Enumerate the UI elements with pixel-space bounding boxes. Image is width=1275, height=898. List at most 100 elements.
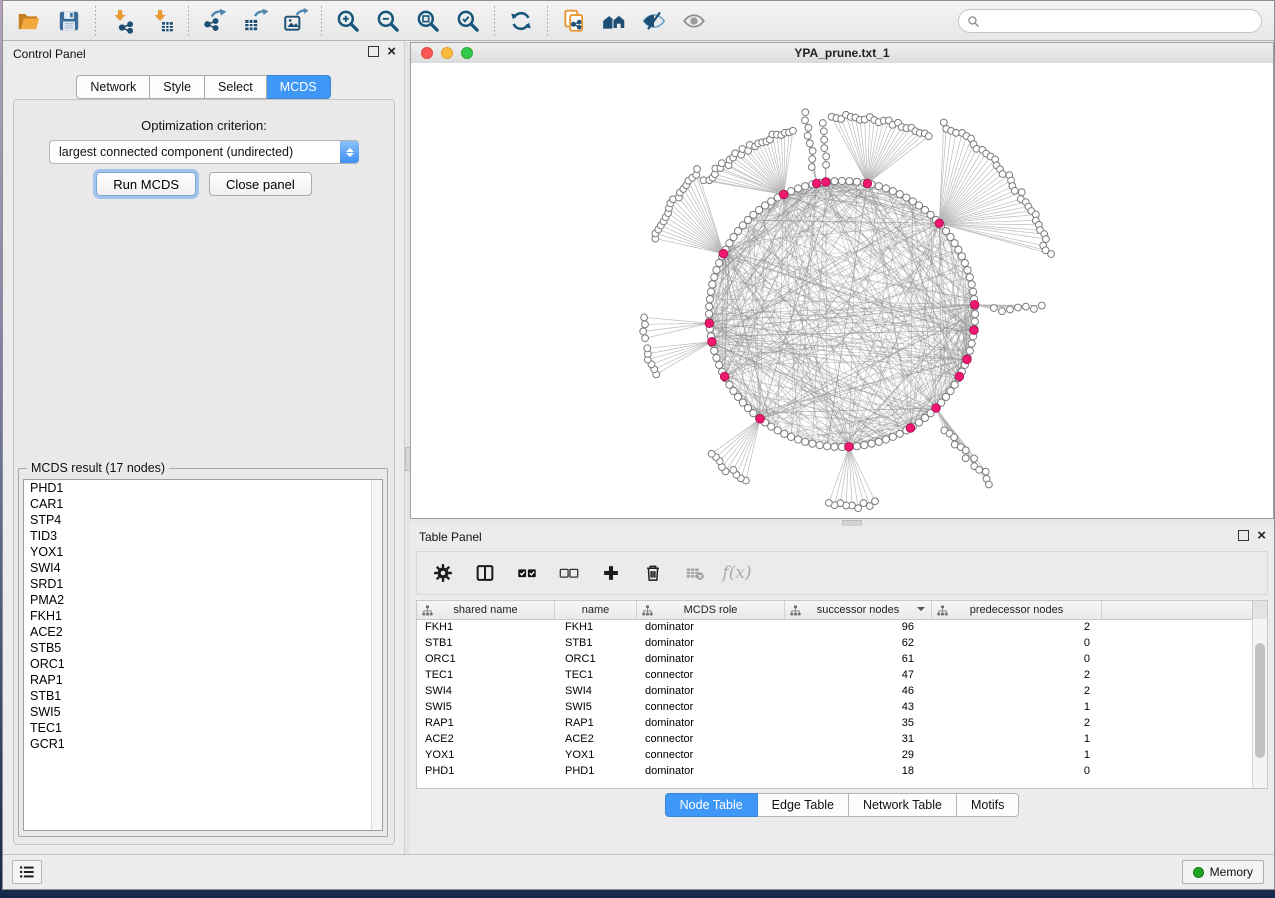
list-item[interactable]: RAP1 <box>24 672 382 688</box>
mcds-node[interactable] <box>935 219 944 228</box>
network-node[interactable] <box>966 347 973 354</box>
network-node[interactable] <box>802 183 809 190</box>
network-node[interactable] <box>816 442 823 449</box>
mcds-node[interactable] <box>821 178 830 187</box>
network-node[interactable] <box>809 148 816 155</box>
network-node[interactable] <box>971 310 978 317</box>
tab-style[interactable]: Style <box>150 75 205 99</box>
network-node[interactable] <box>824 443 831 450</box>
network-node[interactable] <box>990 305 997 312</box>
network-node[interactable] <box>641 314 648 321</box>
network-node[interactable] <box>985 481 992 488</box>
network-node[interactable] <box>713 354 720 361</box>
network-node[interactable] <box>868 440 875 447</box>
list-item[interactable]: ACE2 <box>24 624 382 640</box>
mcds-node[interactable] <box>845 443 854 452</box>
tab-mcds[interactable]: MCDS <box>267 75 331 99</box>
network-node[interactable] <box>1043 236 1050 243</box>
show-all-button[interactable] <box>674 4 714 38</box>
column-header-predecessor-nodes[interactable]: predecessor nodes <box>932 601 1102 619</box>
network-node[interactable] <box>831 443 838 450</box>
network-node[interactable] <box>853 178 860 185</box>
network-node[interactable] <box>1018 189 1025 196</box>
mcds-node[interactable] <box>812 179 821 188</box>
horizontal-splitter[interactable] <box>410 519 1274 526</box>
network-node[interactable] <box>802 438 809 445</box>
table-row[interactable]: YOX1YOX1connector291 <box>417 747 1253 763</box>
first-neighbors-button[interactable] <box>594 4 634 38</box>
open-session-button[interactable] <box>9 4 49 38</box>
network-node[interactable] <box>644 345 651 352</box>
list-item[interactable]: STB1 <box>24 688 382 704</box>
network-node[interactable] <box>821 136 828 143</box>
table-row[interactable]: STB1STB1dominator620 <box>417 635 1253 651</box>
mcds-node[interactable] <box>720 372 729 381</box>
network-node[interactable] <box>976 466 983 473</box>
network-node[interactable] <box>809 156 816 163</box>
mcds-node[interactable] <box>719 249 728 258</box>
optimization-criterion-select[interactable]: largest connected component (undirected) <box>49 140 359 164</box>
table-row[interactable]: TEC1TEC1connector472 <box>417 667 1253 683</box>
network-node[interactable] <box>716 361 723 368</box>
network-node[interactable] <box>896 191 903 198</box>
network-node[interactable] <box>1007 306 1014 313</box>
table-row[interactable]: SWI4SWI4dominator462 <box>417 683 1253 699</box>
network-node[interactable] <box>768 198 775 205</box>
float-panel-icon[interactable] <box>1238 530 1249 541</box>
list-item[interactable]: STP4 <box>24 512 382 528</box>
table-row[interactable]: ORC1ORC1dominator610 <box>417 651 1253 667</box>
network-node[interactable] <box>809 440 816 447</box>
network-node[interactable] <box>999 308 1006 315</box>
network-node[interactable] <box>805 124 812 131</box>
tab-network[interactable]: Network <box>76 75 150 99</box>
network-node[interactable] <box>1011 187 1018 194</box>
save-session-button[interactable] <box>49 4 89 38</box>
network-node[interactable] <box>794 436 801 443</box>
table-row[interactable]: PHD1PHD1dominator180 <box>417 763 1253 779</box>
network-node[interactable] <box>708 450 715 457</box>
list-item[interactable]: SWI5 <box>24 704 382 720</box>
list-item[interactable]: CAR1 <box>24 496 382 512</box>
network-node[interactable] <box>788 188 795 195</box>
mcds-node[interactable] <box>955 372 964 381</box>
delete-table-button[interactable] <box>681 558 709 588</box>
network-node[interactable] <box>940 119 947 126</box>
network-node[interactable] <box>962 447 969 454</box>
float-panel-icon[interactable] <box>368 46 379 57</box>
mcds-node[interactable] <box>705 319 714 328</box>
network-node[interactable] <box>982 468 989 475</box>
network-node[interactable] <box>819 120 826 127</box>
close-panel-icon[interactable]: × <box>387 47 396 56</box>
network-node[interactable] <box>875 438 882 445</box>
network-node[interactable] <box>875 183 882 190</box>
network-node[interactable] <box>968 281 975 288</box>
network-node[interactable] <box>726 381 733 388</box>
list-item[interactable]: SWI4 <box>24 560 382 576</box>
list-item[interactable]: FKH1 <box>24 608 382 624</box>
network-node[interactable] <box>951 434 958 441</box>
network-node[interactable] <box>861 442 868 449</box>
network-node[interactable] <box>774 427 781 434</box>
export-network-button[interactable] <box>195 4 235 38</box>
table-row[interactable]: ACE2ACE2connector311 <box>417 731 1253 747</box>
import-network-button[interactable] <box>102 4 142 38</box>
network-node[interactable] <box>958 253 965 260</box>
attributes-button[interactable] <box>429 558 457 588</box>
zoom-out-button[interactable] <box>368 4 408 38</box>
mcds-node[interactable] <box>779 190 788 199</box>
network-node[interactable] <box>820 128 827 135</box>
run-mcds-button[interactable]: Run MCDS <box>96 172 196 196</box>
list-item[interactable]: GCR1 <box>24 736 382 752</box>
import-table-button[interactable] <box>142 4 182 38</box>
network-node[interactable] <box>971 455 978 462</box>
network-node[interactable] <box>694 166 701 173</box>
table-row[interactable]: RAP1RAP1dominator352 <box>417 715 1253 731</box>
panel-menu-button[interactable] <box>12 860 42 884</box>
new-network-from-selection-button[interactable] <box>554 4 594 38</box>
list-item[interactable]: ORC1 <box>24 656 382 672</box>
network-node[interactable] <box>718 160 725 167</box>
network-node[interactable] <box>903 194 910 201</box>
network-node[interactable] <box>716 260 723 267</box>
export-image-button[interactable] <box>275 4 315 38</box>
network-node[interactable] <box>730 467 737 474</box>
